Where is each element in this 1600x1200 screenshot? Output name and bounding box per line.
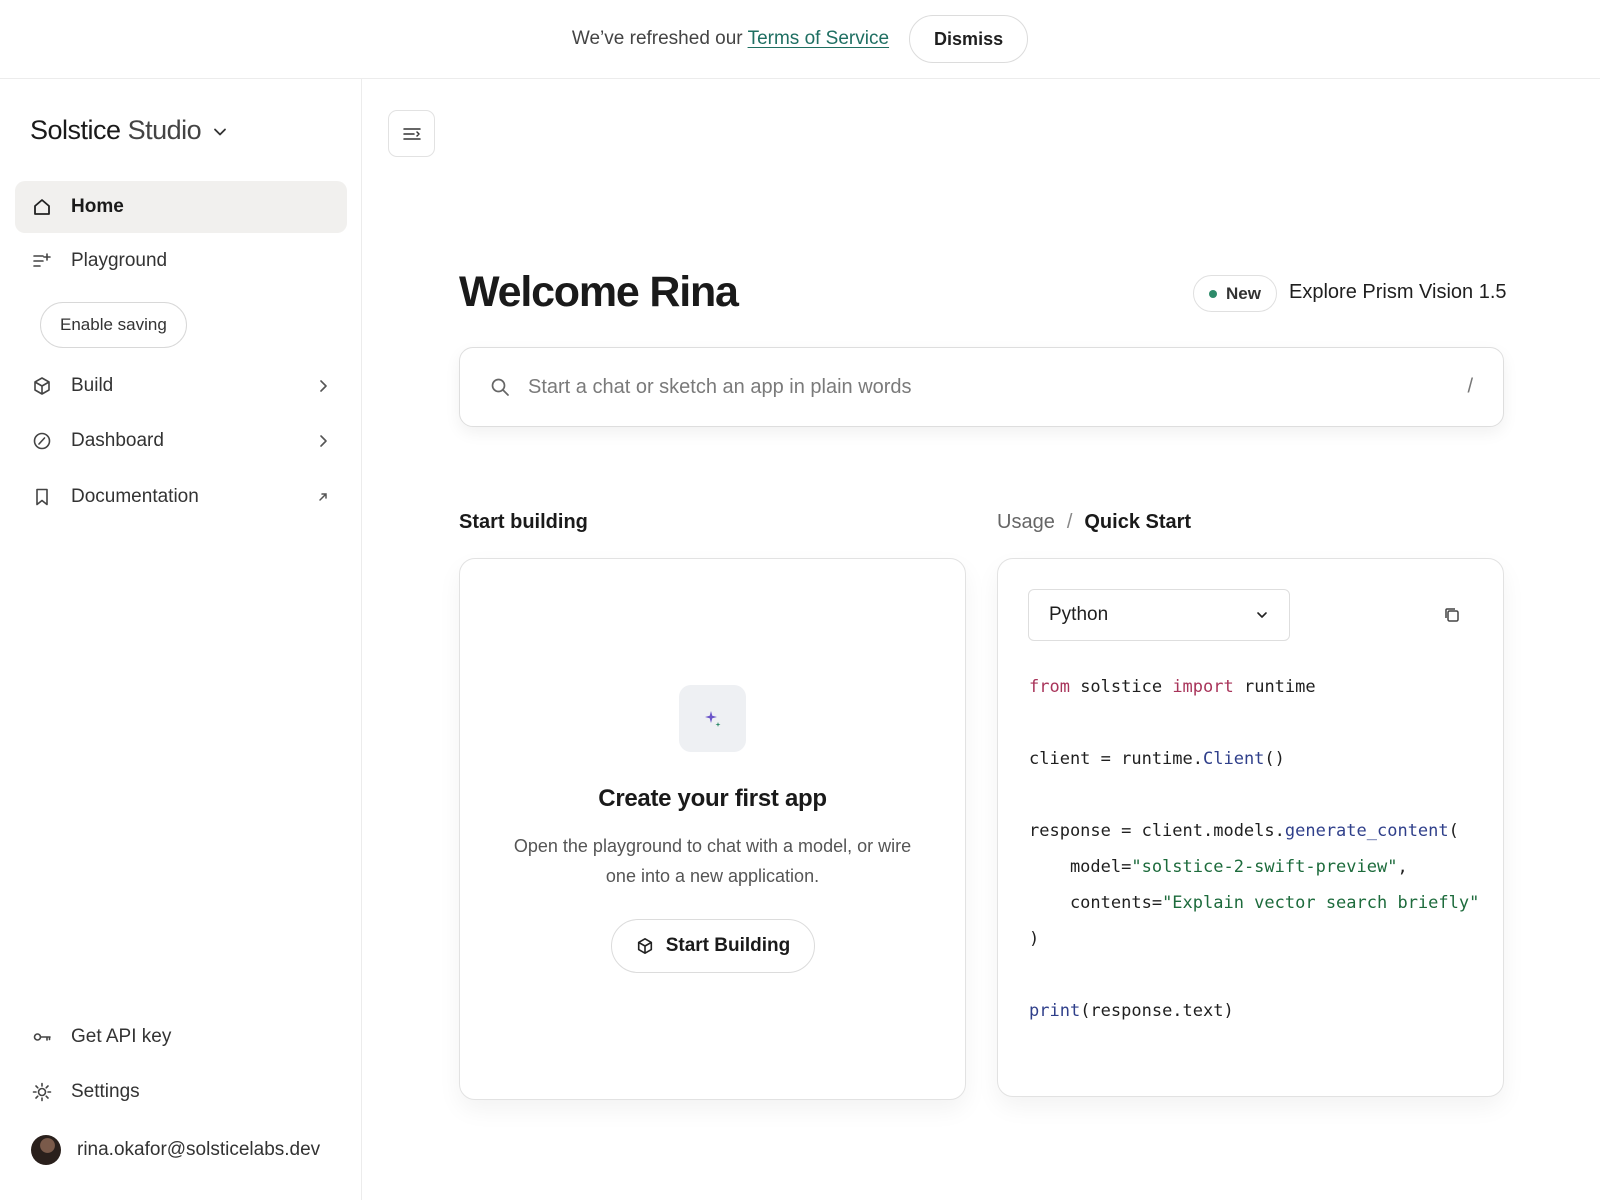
sidebar-item-label: Build	[71, 375, 114, 396]
chevron-down-icon	[213, 115, 227, 146]
chevron-right-icon	[317, 379, 329, 393]
enable-saving-button[interactable]: Enable saving	[40, 302, 187, 348]
code-line: contents="Explain vector search briefly"	[1029, 893, 1479, 913]
chevron-right-icon	[317, 434, 329, 448]
dismiss-button[interactable]: Dismiss	[909, 15, 1029, 63]
copy-code-button[interactable]	[1441, 604, 1463, 626]
gear-icon	[31, 1081, 53, 1103]
sidebar-item-label: Settings	[71, 1081, 140, 1102]
cube-icon	[636, 937, 654, 955]
create-app-card: Create your first app Open the playgroun…	[459, 558, 966, 1100]
code-line: from solstice import runtime	[1029, 677, 1316, 697]
sidebar-item-label: Documentation	[71, 486, 199, 507]
breadcrumb: Usage / Quick Start	[997, 511, 1191, 534]
start-building-button[interactable]: Start Building	[611, 919, 815, 973]
user-account[interactable]: rina.okafor@solsticelabs.dev	[15, 1124, 347, 1176]
search-icon	[490, 377, 510, 397]
code-line: response = client.models.generate_conten…	[1029, 821, 1459, 841]
menu-collapse-icon	[402, 126, 422, 142]
card-heading: Create your first app	[598, 785, 827, 812]
new-badge-label: New	[1226, 283, 1261, 303]
search-input[interactable]	[528, 375, 1503, 399]
keyboard-shortcut-hint: /	[1467, 375, 1473, 398]
sidebar-item-documentation[interactable]: Documentation	[15, 471, 347, 523]
sidebar-item-label: Home	[71, 196, 124, 217]
announcement-banner: We’ve refreshed our Terms of Service Dis…	[0, 0, 1600, 79]
explore-model-link[interactable]: Explore Prism Vision 1.5	[1289, 281, 1507, 304]
code-line: model="solstice-2-swift-preview",	[1029, 857, 1408, 877]
external-link-icon	[317, 491, 329, 503]
sidebar: Solstice Studio Home Playground Enable s…	[0, 79, 362, 1200]
code-line: client = runtime.Client()	[1029, 749, 1285, 769]
sidebar-item-home[interactable]: Home	[15, 181, 347, 233]
language-select-value: Python	[1049, 604, 1109, 625]
sidebar-item-dashboard[interactable]: Dashboard	[15, 415, 347, 467]
user-email: rina.okafor@solsticelabs.dev	[77, 1139, 321, 1160]
copy-icon	[1443, 606, 1461, 624]
status-dot	[1209, 289, 1217, 298]
code-block: from solstice import runtime client = ru…	[1029, 669, 1479, 1029]
breadcrumb-current: Quick Start	[1084, 511, 1192, 533]
card-description: Open the playground to chat with a model…	[513, 836, 912, 886]
sidebar-item-playground[interactable]: Playground	[15, 235, 347, 287]
quick-start-card: Python from solstice import runtime clie…	[997, 558, 1504, 1097]
cube-icon	[31, 375, 53, 397]
sidebar-toggle-button[interactable]	[388, 110, 435, 157]
code-line: )	[1029, 929, 1040, 949]
page-title: Welcome Rina	[459, 268, 739, 316]
sidebar-item-settings[interactable]: Settings	[15, 1066, 347, 1118]
banner-text: We’ve refreshed our	[571, 28, 748, 49]
sidebar-item-build[interactable]: Build	[15, 360, 347, 412]
start-building-heading: Start building	[459, 511, 588, 533]
new-badge[interactable]: New	[1193, 275, 1277, 312]
home-icon	[31, 196, 53, 218]
terms-link[interactable]: Terms of Service	[748, 28, 889, 49]
brand-suffix: Studio	[127, 115, 202, 145]
gauge-icon	[31, 430, 53, 452]
sparkle-icon	[679, 685, 746, 752]
playground-icon	[31, 250, 53, 272]
sidebar-item-label: Playground	[71, 250, 168, 271]
breadcrumb-separator: /	[1066, 511, 1073, 533]
breadcrumb-usage[interactable]: Usage	[997, 511, 1055, 534]
sidebar-item-label: Get API key	[71, 1026, 172, 1047]
sidebar-item-api-key[interactable]: Get API key	[15, 1011, 347, 1063]
prompt-search-box[interactable]: /	[459, 347, 1504, 427]
avatar	[31, 1135, 61, 1165]
bookmark-icon	[31, 486, 53, 508]
language-select[interactable]: Python	[1028, 589, 1290, 641]
start-building-label: Start Building	[665, 935, 791, 956]
workspace-switcher[interactable]: Solstice Studio	[30, 115, 227, 146]
sidebar-item-label: Dashboard	[71, 430, 164, 451]
code-line: print(response.text)	[1029, 1001, 1234, 1021]
banner-message: We’ve refreshed our Terms of Service	[572, 28, 889, 50]
chevron-down-icon	[1255, 608, 1269, 622]
brand-name: Solstice	[30, 115, 121, 145]
key-icon	[31, 1026, 53, 1048]
